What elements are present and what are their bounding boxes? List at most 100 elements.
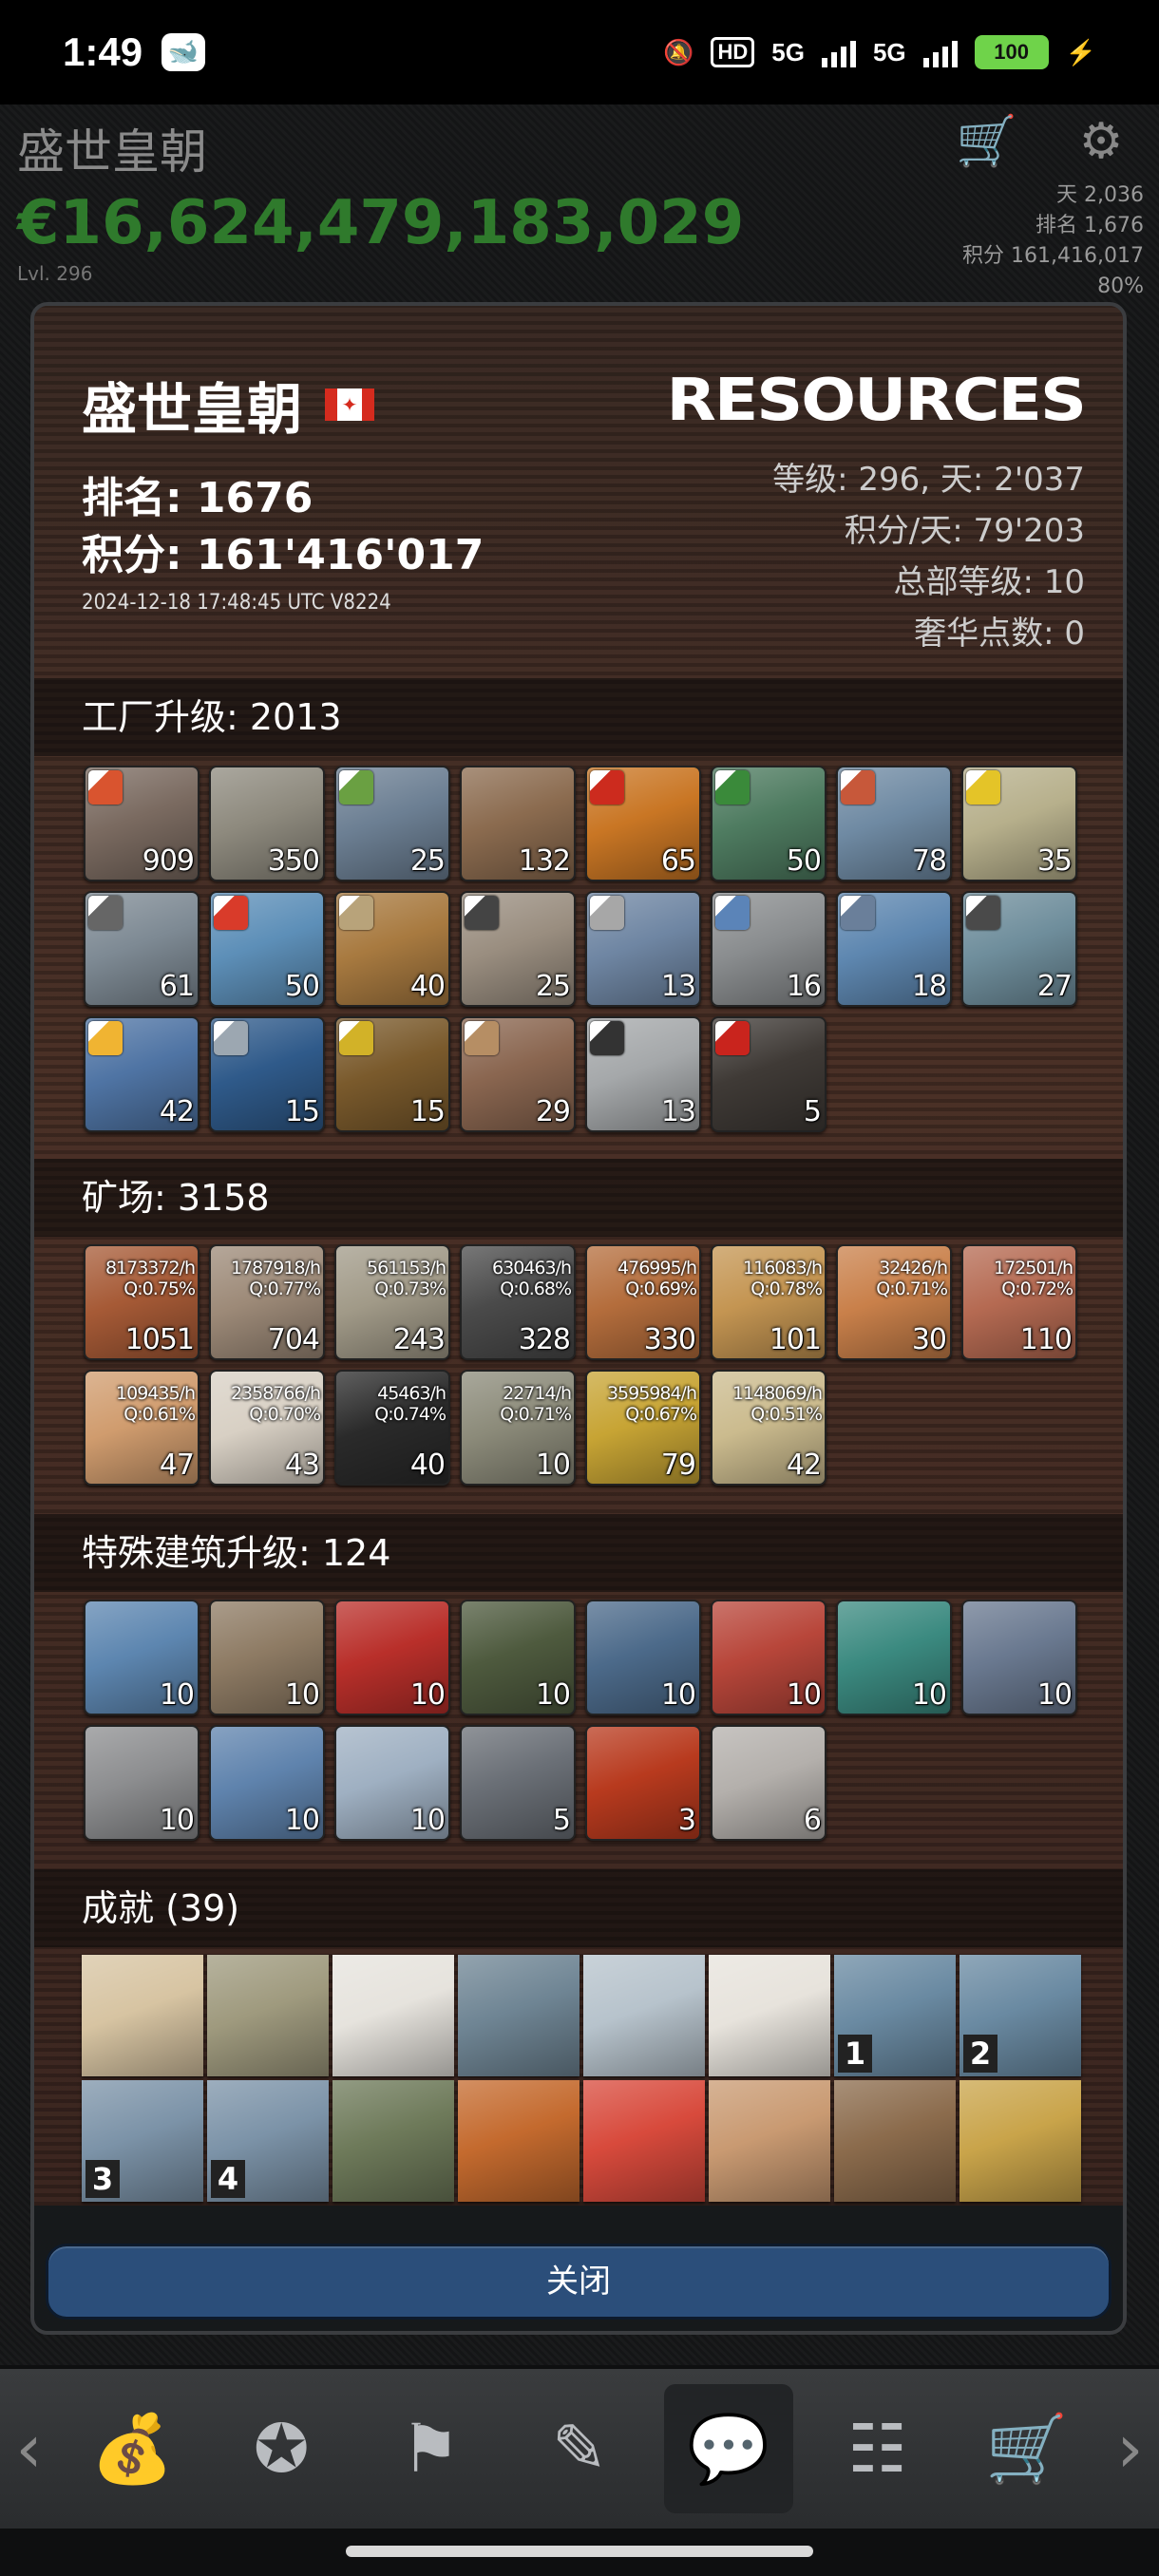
factory-level: 132 — [518, 844, 571, 878]
nav-right-arrow-icon[interactable]: › — [1111, 2410, 1149, 2488]
mine-tile[interactable]: 32426/h Q:0.71% 30 — [836, 1244, 952, 1360]
factory-tile[interactable]: 65 — [585, 766, 701, 881]
factory-tile[interactable]: 78 — [836, 766, 952, 881]
mine-tile[interactable]: 3595984/h Q:0.67% 79 — [585, 1370, 701, 1486]
wreath-star-icon[interactable]: ✪ — [217, 2384, 346, 2513]
network-type-2: 5G — [872, 37, 906, 66]
factory-level: 5 — [803, 1095, 822, 1128]
mine-rate-value: 3595984/h — [606, 1383, 697, 1404]
achievement-tile[interactable] — [207, 1955, 329, 2076]
factory-tile[interactable]: 27 — [961, 891, 1077, 1007]
notes-edit-icon[interactable]: ✎ — [515, 2384, 644, 2513]
achievement-tile[interactable]: 1 — [834, 1955, 956, 2076]
achievement-tile[interactable] — [583, 2080, 705, 2202]
mine-tile[interactable]: 8173372/h Q:0.75% 1051 — [84, 1244, 200, 1360]
mine-count: 42 — [786, 1449, 822, 1482]
mine-rate: 2358766/h Q:0.70% — [231, 1383, 321, 1425]
special-building-tile[interactable]: 10 — [334, 1600, 450, 1715]
product-badge-icon — [715, 896, 750, 930]
close-button[interactable]: 关闭 — [46, 2244, 1112, 2320]
factory-tile[interactable]: 50 — [711, 766, 826, 881]
factory-tile[interactable]: 15 — [209, 1016, 325, 1132]
achievement-tile[interactable] — [834, 2080, 956, 2202]
factory-tile[interactable]: 40 — [334, 891, 450, 1007]
home-indicator[interactable] — [346, 2546, 813, 2557]
factory-tile[interactable]: 35 — [961, 766, 1077, 881]
shop-cart-icon[interactable]: 🛒 — [956, 112, 1017, 171]
achievement-tile[interactable] — [458, 1955, 580, 2076]
settings-gear-icon[interactable]: ⚙ — [1072, 112, 1130, 171]
factory-tile[interactable]: 29 — [460, 1016, 576, 1132]
factory-tile[interactable]: 13 — [585, 891, 701, 1007]
mine-tile[interactable]: 476995/h Q:0.69% 330 — [585, 1244, 701, 1360]
special-building-tile[interactable]: 3 — [585, 1725, 701, 1841]
mine-tile[interactable]: 2358766/h Q:0.70% 43 — [209, 1370, 325, 1486]
factory-tile[interactable]: 5 — [711, 1016, 826, 1132]
mine-rate: 8173372/h Q:0.75% — [105, 1258, 196, 1299]
factory-tile[interactable]: 132 — [460, 766, 576, 881]
chat-icon[interactable]: 💬 — [663, 2384, 793, 2513]
mine-count: 328 — [518, 1323, 571, 1356]
achievement-tile[interactable] — [82, 1955, 203, 2076]
special-building-tile[interactable]: 10 — [585, 1600, 701, 1715]
factory-tile[interactable]: 15 — [334, 1016, 450, 1132]
factory-tile[interactable]: 25 — [460, 891, 576, 1007]
mine-tile[interactable]: 630463/h Q:0.68% 328 — [460, 1244, 576, 1360]
score-stat: 积分 161,416,017 — [962, 244, 1144, 268]
nav-left-arrow-icon[interactable]: ‹ — [10, 2410, 48, 2488]
mine-tile[interactable]: 116083/h Q:0.78% 101 — [711, 1244, 826, 1360]
battery-icon: 100 — [974, 35, 1049, 69]
factory-tile[interactable]: 18 — [836, 891, 952, 1007]
factory-tile[interactable]: 909 — [84, 766, 200, 881]
mine-quality: Q:0.61% — [124, 1404, 196, 1425]
product-badge-icon — [465, 896, 499, 930]
achievement-tile[interactable] — [458, 2080, 580, 2202]
factory-level: 40 — [409, 970, 446, 1003]
special-building-tile[interactable]: 6 — [711, 1725, 826, 1841]
factory-tile[interactable]: 61 — [84, 891, 200, 1007]
mine-tile[interactable]: 45463/h Q:0.74% 40 — [334, 1370, 450, 1486]
achievement-tile[interactable]: 3 — [82, 2080, 203, 2202]
achievement-tile[interactable] — [709, 2080, 830, 2202]
factory-tile[interactable]: 42 — [84, 1016, 200, 1132]
mine-tile[interactable]: 172501/h Q:0.72% 110 — [961, 1244, 1077, 1360]
flag-climber-icon[interactable]: ⚑ — [366, 2384, 495, 2513]
company-profile-dialog: 盛世皇朝 ✦ 排名: 1676 积分: 161'416'017 2024-12-… — [30, 302, 1127, 2335]
achievement-tile[interactable] — [332, 2080, 454, 2202]
special-building-tile[interactable]: 10 — [209, 1600, 325, 1715]
factory-tile[interactable]: 350 — [209, 766, 325, 881]
factories-section-title: 工厂升级: 2013 — [34, 678, 1123, 756]
factory-tile[interactable]: 50 — [209, 891, 325, 1007]
mine-tile[interactable]: 1148069/h Q:0.51% 42 — [711, 1370, 826, 1486]
special-building-tile[interactable]: 10 — [334, 1725, 450, 1841]
achievement-tile[interactable] — [960, 2080, 1081, 2202]
special-building-tile[interactable]: 10 — [711, 1600, 826, 1715]
bottom-navigation: ‹ 💰 ✪ ⚑ ✎ 💬 ☷ 🛒 › — [0, 2369, 1159, 2529]
special-building-tile[interactable]: 10 — [84, 1725, 200, 1841]
money-hand-icon[interactable]: 💰 — [67, 2384, 197, 2513]
achievement-tile[interactable] — [332, 1955, 454, 2076]
special-building-tile[interactable]: 10 — [836, 1600, 952, 1715]
special-building-tile[interactable]: 10 — [460, 1600, 576, 1715]
factory-tile[interactable]: 13 — [585, 1016, 701, 1132]
mine-tile[interactable]: 561153/h Q:0.73% 243 — [334, 1244, 450, 1360]
contacts-icon[interactable]: ☷ — [813, 2384, 942, 2513]
cart-icon[interactable]: 🛒 — [962, 2384, 1092, 2513]
special-building-tile[interactable]: 10 — [209, 1725, 325, 1841]
factory-tile[interactable]: 16 — [711, 891, 826, 1007]
achievement-tile[interactable]: 2 — [960, 1955, 1081, 2076]
mine-tile[interactable]: 22714/h Q:0.71% 10 — [460, 1370, 576, 1486]
mine-tile[interactable]: 1787918/h Q:0.77% 704 — [209, 1244, 325, 1360]
level-day-stat: 等级: 296, 天: 2'037 — [772, 461, 1085, 499]
special-building-tile[interactable]: 10 — [961, 1600, 1077, 1715]
achievement-tile[interactable] — [709, 1955, 830, 2076]
achievement-tile[interactable]: 4 — [207, 2080, 329, 2202]
factory-tile[interactable]: 25 — [334, 766, 450, 881]
mine-rate: 32426/h Q:0.71% — [876, 1258, 948, 1299]
special-building-tile[interactable]: 10 — [84, 1600, 200, 1715]
achievement-tile[interactable] — [583, 1955, 705, 2076]
special-building-tile[interactable]: 5 — [460, 1725, 576, 1841]
mine-rate: 109435/h Q:0.61% — [116, 1383, 196, 1425]
profile-company-name: 盛世皇朝 ✦ — [82, 365, 375, 445]
mine-tile[interactable]: 109435/h Q:0.61% 47 — [84, 1370, 200, 1486]
